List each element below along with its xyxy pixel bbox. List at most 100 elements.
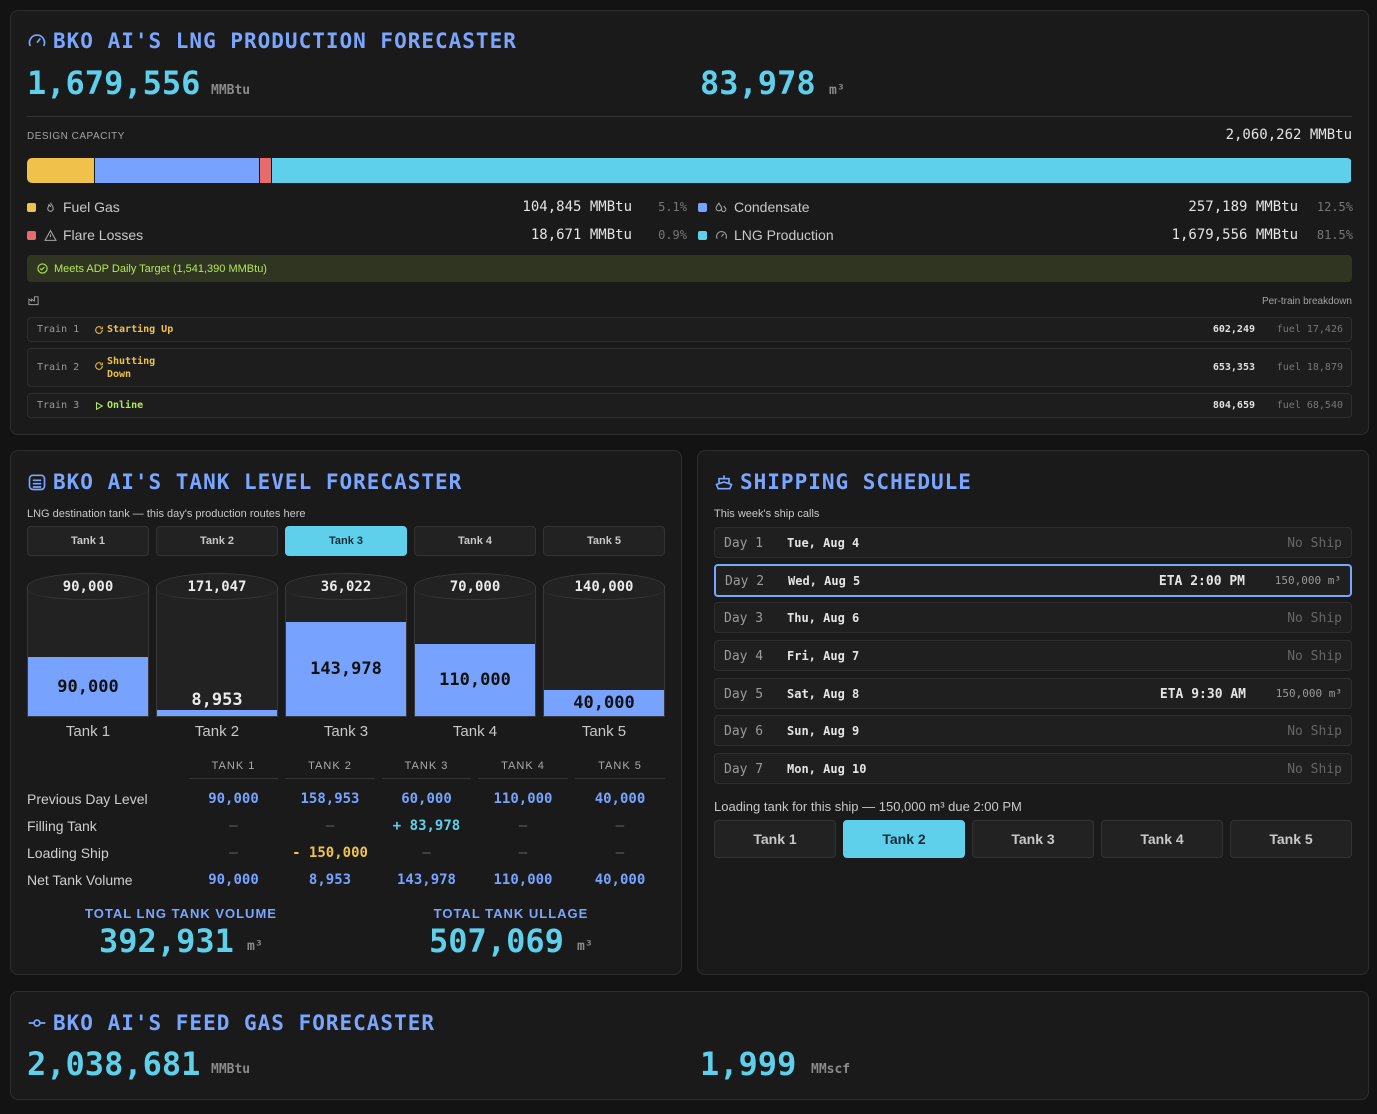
table-cell: 158,953 xyxy=(300,791,360,807)
legend-value: 18,671 MMBtu xyxy=(530,227,632,243)
production-total-mmbtu: 1,679,556 xyxy=(27,64,201,102)
ship-date: Sat, Aug 8 xyxy=(787,687,860,701)
production-panel: BKO AI'S LNG PRODUCTION FORECASTER 1,679… xyxy=(10,10,1369,435)
legend-name: Condensate xyxy=(734,199,810,215)
feedgas-mmbtu-unit: MMBtu xyxy=(211,1062,251,1077)
ship-day: Day 6 xyxy=(724,724,764,739)
table-header: TANK 5 xyxy=(575,760,665,779)
warning-icon xyxy=(44,229,57,241)
ship-date: Wed, Aug 5 xyxy=(788,574,861,588)
ship-volume: 150,000 m³ xyxy=(1274,574,1341,587)
capacity-segment xyxy=(94,158,261,183)
loading-tank-button[interactable]: Tank 2 xyxy=(843,820,965,858)
ship-date: Fri, Aug 7 xyxy=(787,649,860,663)
tank-ullage: 90,000 xyxy=(28,574,148,600)
table-header: TANK 3 xyxy=(382,760,471,779)
feedgas-mmbtu: 2,038,681 xyxy=(27,1045,201,1083)
tank-level: 8,953 xyxy=(191,690,243,710)
total-volume-label: TOTAL LNG TANK VOLUME xyxy=(85,906,277,921)
table-cell: — xyxy=(518,818,528,834)
tank-name: Tank 5 xyxy=(581,723,627,740)
legend-lng-production: LNG Production 1,679,556 MMBtu 81.5% xyxy=(698,225,1353,245)
capacity-segment xyxy=(272,158,1352,183)
legend-swatch xyxy=(698,230,707,240)
commit-icon xyxy=(28,1019,46,1027)
ship-eta: ETA 9:30 AM xyxy=(1159,687,1246,702)
gauge-icon xyxy=(28,34,46,47)
tank-icon xyxy=(28,474,46,491)
train-row[interactable]: Train 3 Online 804,659 fuel 68,540 xyxy=(27,393,1352,418)
loading-tank-button[interactable]: Tank 3 xyxy=(972,820,1094,858)
loading-tank-button[interactable]: Tank 1 xyxy=(714,820,836,858)
ship-day-row[interactable]: Day 5 Sat, Aug 8 ETA 9:30 AM 150,000 m³ xyxy=(714,678,1352,709)
legend-name: LNG Production xyxy=(734,227,834,243)
table-header: TANK 2 xyxy=(285,760,375,779)
target-status-banner: Meets ADP Daily Target (1,541,390 MMBtu) xyxy=(27,255,1352,282)
refresh-icon xyxy=(95,326,103,334)
table-cell: + 83,978 xyxy=(392,818,461,834)
tank-graphic: 90,000 90,000 xyxy=(27,573,149,717)
legend-swatch xyxy=(27,202,36,212)
ship-day-row[interactable]: Day 3 Thu, Aug 6 No Ship xyxy=(714,602,1352,633)
train-name: Train 1 xyxy=(37,324,80,335)
table-header: TANK 1 xyxy=(189,760,278,779)
tank-ullage: 140,000 xyxy=(544,574,664,600)
ship-day-row[interactable]: Day 7 Mon, Aug 10 No Ship xyxy=(714,753,1352,784)
tank-tab[interactable]: Tank 5 xyxy=(543,526,665,556)
tank-tab[interactable]: Tank 2 xyxy=(156,526,278,556)
table-cell: 8,953 xyxy=(308,872,352,888)
table-cell: 60,000 xyxy=(401,791,452,807)
legend-fuel-gas: Fuel Gas 104,845 MMBtu 5.1% xyxy=(27,197,687,217)
loading-tank-button[interactable]: Tank 4 xyxy=(1101,820,1223,858)
refresh-icon xyxy=(95,362,103,370)
ship-day-row[interactable]: Day 4 Fri, Aug 7 No Ship xyxy=(714,640,1352,671)
legend-pct: 81.5% xyxy=(1316,228,1353,242)
ship-day-row[interactable]: Day 2 Wed, Aug 5 ETA 2:00 PM 150,000 m³ xyxy=(714,564,1352,597)
production-total-m3: 83,978 xyxy=(700,64,816,102)
train-value: 804,659 xyxy=(1212,400,1255,411)
legend-condensate: Condensate 257,189 MMBtu 12.5% xyxy=(698,197,1353,217)
train-row[interactable]: Train 1 Starting Up 602,249 fuel 17,426 xyxy=(27,317,1352,342)
total-ullage-value: 507,069 xyxy=(429,922,564,960)
train-status: Starting Up xyxy=(94,324,173,335)
tank-graphic: 70,000 110,000 xyxy=(414,573,536,717)
ship-date: Thu, Aug 6 xyxy=(787,611,860,625)
tank-tab[interactable]: Tank 3 xyxy=(285,526,407,556)
legend-name: Fuel Gas xyxy=(63,199,120,215)
design-capacity-value: 2,060,262 MMBtu xyxy=(1225,127,1352,143)
ship-day-row[interactable]: Day 1 Tue, Aug 4 No Ship xyxy=(714,527,1352,558)
tank-name: Tank 1 xyxy=(65,723,111,740)
ship-day-row[interactable]: Day 6 Sun, Aug 9 No Ship xyxy=(714,715,1352,746)
feedgas-title: BKO AI'S FEED GAS FORECASTER xyxy=(27,1011,435,1035)
tank-tab[interactable]: Tank 1 xyxy=(27,526,149,556)
table-cell: — xyxy=(325,818,335,834)
droplets-icon xyxy=(715,201,727,212)
feedgas-panel: BKO AI'S FEED GAS FORECASTER 2,038,681 M… xyxy=(10,991,1369,1100)
table-cell: — xyxy=(518,845,528,861)
tank-level: 143,978 xyxy=(310,659,382,679)
total-volume-value: 392,931 xyxy=(99,922,234,960)
table-row-label: Filling Tank xyxy=(27,818,97,834)
total-volume-unit: m³ xyxy=(247,939,263,954)
ship-day: Day 1 xyxy=(724,536,764,551)
table-cell: — xyxy=(422,845,431,861)
ship-day: Day 2 xyxy=(725,574,765,589)
ship-date: Tue, Aug 4 xyxy=(787,536,860,550)
tank-tab[interactable]: Tank 4 xyxy=(414,526,536,556)
tank-graphic: 36,022 143,978 xyxy=(285,573,407,717)
production-total-m3-unit: m³ xyxy=(829,83,845,98)
table-row-label: Previous Day Level xyxy=(27,791,148,807)
capacity-bar xyxy=(27,158,1352,183)
loading-tank-button[interactable]: Tank 5 xyxy=(1230,820,1352,858)
tank-level: 40,000 xyxy=(573,693,635,713)
table-cell: 143,978 xyxy=(396,872,456,888)
legend-pct: 5.1% xyxy=(658,200,687,214)
table-cell: 40,000 xyxy=(594,791,646,807)
capacity-segment xyxy=(27,158,95,183)
capacity-segment xyxy=(260,158,273,183)
legend-value: 1,679,556 MMBtu xyxy=(1171,227,1298,243)
production-title: BKO AI'S LNG PRODUCTION FORECASTER xyxy=(27,29,517,53)
train-row[interactable]: Train 2 Shutting Down 653,353 fuel 18,87… xyxy=(27,348,1352,387)
train-name: Train 2 xyxy=(37,362,80,373)
shipping-panel: SHIPPING SCHEDULE This week's ship calls… xyxy=(697,450,1369,975)
